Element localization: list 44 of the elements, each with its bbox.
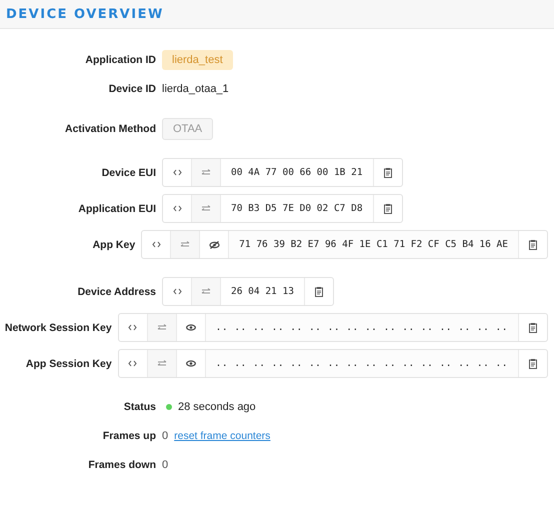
clipboard-icon[interactable]: [529, 322, 537, 332]
reset-link[interactable]: reset frame counters: [174, 430, 270, 442]
swap-icon[interactable]: [156, 360, 167, 367]
activation-method-tag: OTAA: [162, 118, 214, 140]
code-icon[interactable]: [128, 360, 138, 367]
field-label: Device ID: [108, 83, 157, 95]
swap-icon[interactable]: [180, 241, 190, 248]
page-title: DEVICE OVERVIEW: [6, 6, 164, 22]
clipboard-icon[interactable]: [529, 240, 537, 250]
application-id-badge[interactable]: lierda_test: [162, 50, 233, 70]
status-text: 28 seconds ago: [178, 401, 256, 413]
code-icon[interactable]: [172, 205, 182, 212]
field-label: Frames down: [87, 459, 157, 471]
clipboard-icon[interactable]: [384, 204, 392, 214]
field-label: Device Address: [76, 286, 157, 298]
code-icon[interactable]: [172, 169, 182, 176]
code-icon[interactable]: [128, 324, 138, 331]
field-label: Application ID: [84, 54, 157, 66]
swap-icon[interactable]: [156, 324, 167, 331]
field-label: Status: [122, 401, 157, 413]
eye-icon[interactable]: [186, 324, 196, 331]
field-label: App Key: [92, 238, 136, 250]
clipboard-icon[interactable]: [384, 168, 392, 178]
frame-count: 0: [162, 459, 168, 471]
field-label: App Session Key: [24, 358, 113, 370]
field-label: Activation Method: [64, 123, 157, 135]
field-value: lierda_otaa_1: [162, 83, 229, 95]
field-label: Frames up: [102, 430, 157, 442]
swap-icon[interactable]: [201, 169, 211, 176]
field-label: Application EUI: [77, 202, 157, 214]
key-value: 26 04 21 13: [230, 285, 295, 299]
field-label: Network Session Key: [4, 322, 113, 334]
clipboard-icon[interactable]: [314, 286, 323, 296]
field-label: Device EUI: [100, 166, 157, 178]
code-icon[interactable]: [152, 241, 161, 248]
code-icon[interactable]: [172, 288, 182, 295]
eye-icon[interactable]: [186, 360, 196, 367]
clipboard-icon[interactable]: [529, 358, 537, 368]
key-value: 00 4A 77 00 66 00 1B 21: [230, 166, 364, 180]
frame-count: 0: [162, 430, 168, 442]
eye-slash-icon[interactable]: [208, 240, 220, 248]
swap-icon[interactable]: [201, 205, 211, 212]
swap-icon[interactable]: [201, 288, 211, 295]
key-value: 70 B3 D5 7E D0 02 C7 D8: [230, 202, 364, 216]
